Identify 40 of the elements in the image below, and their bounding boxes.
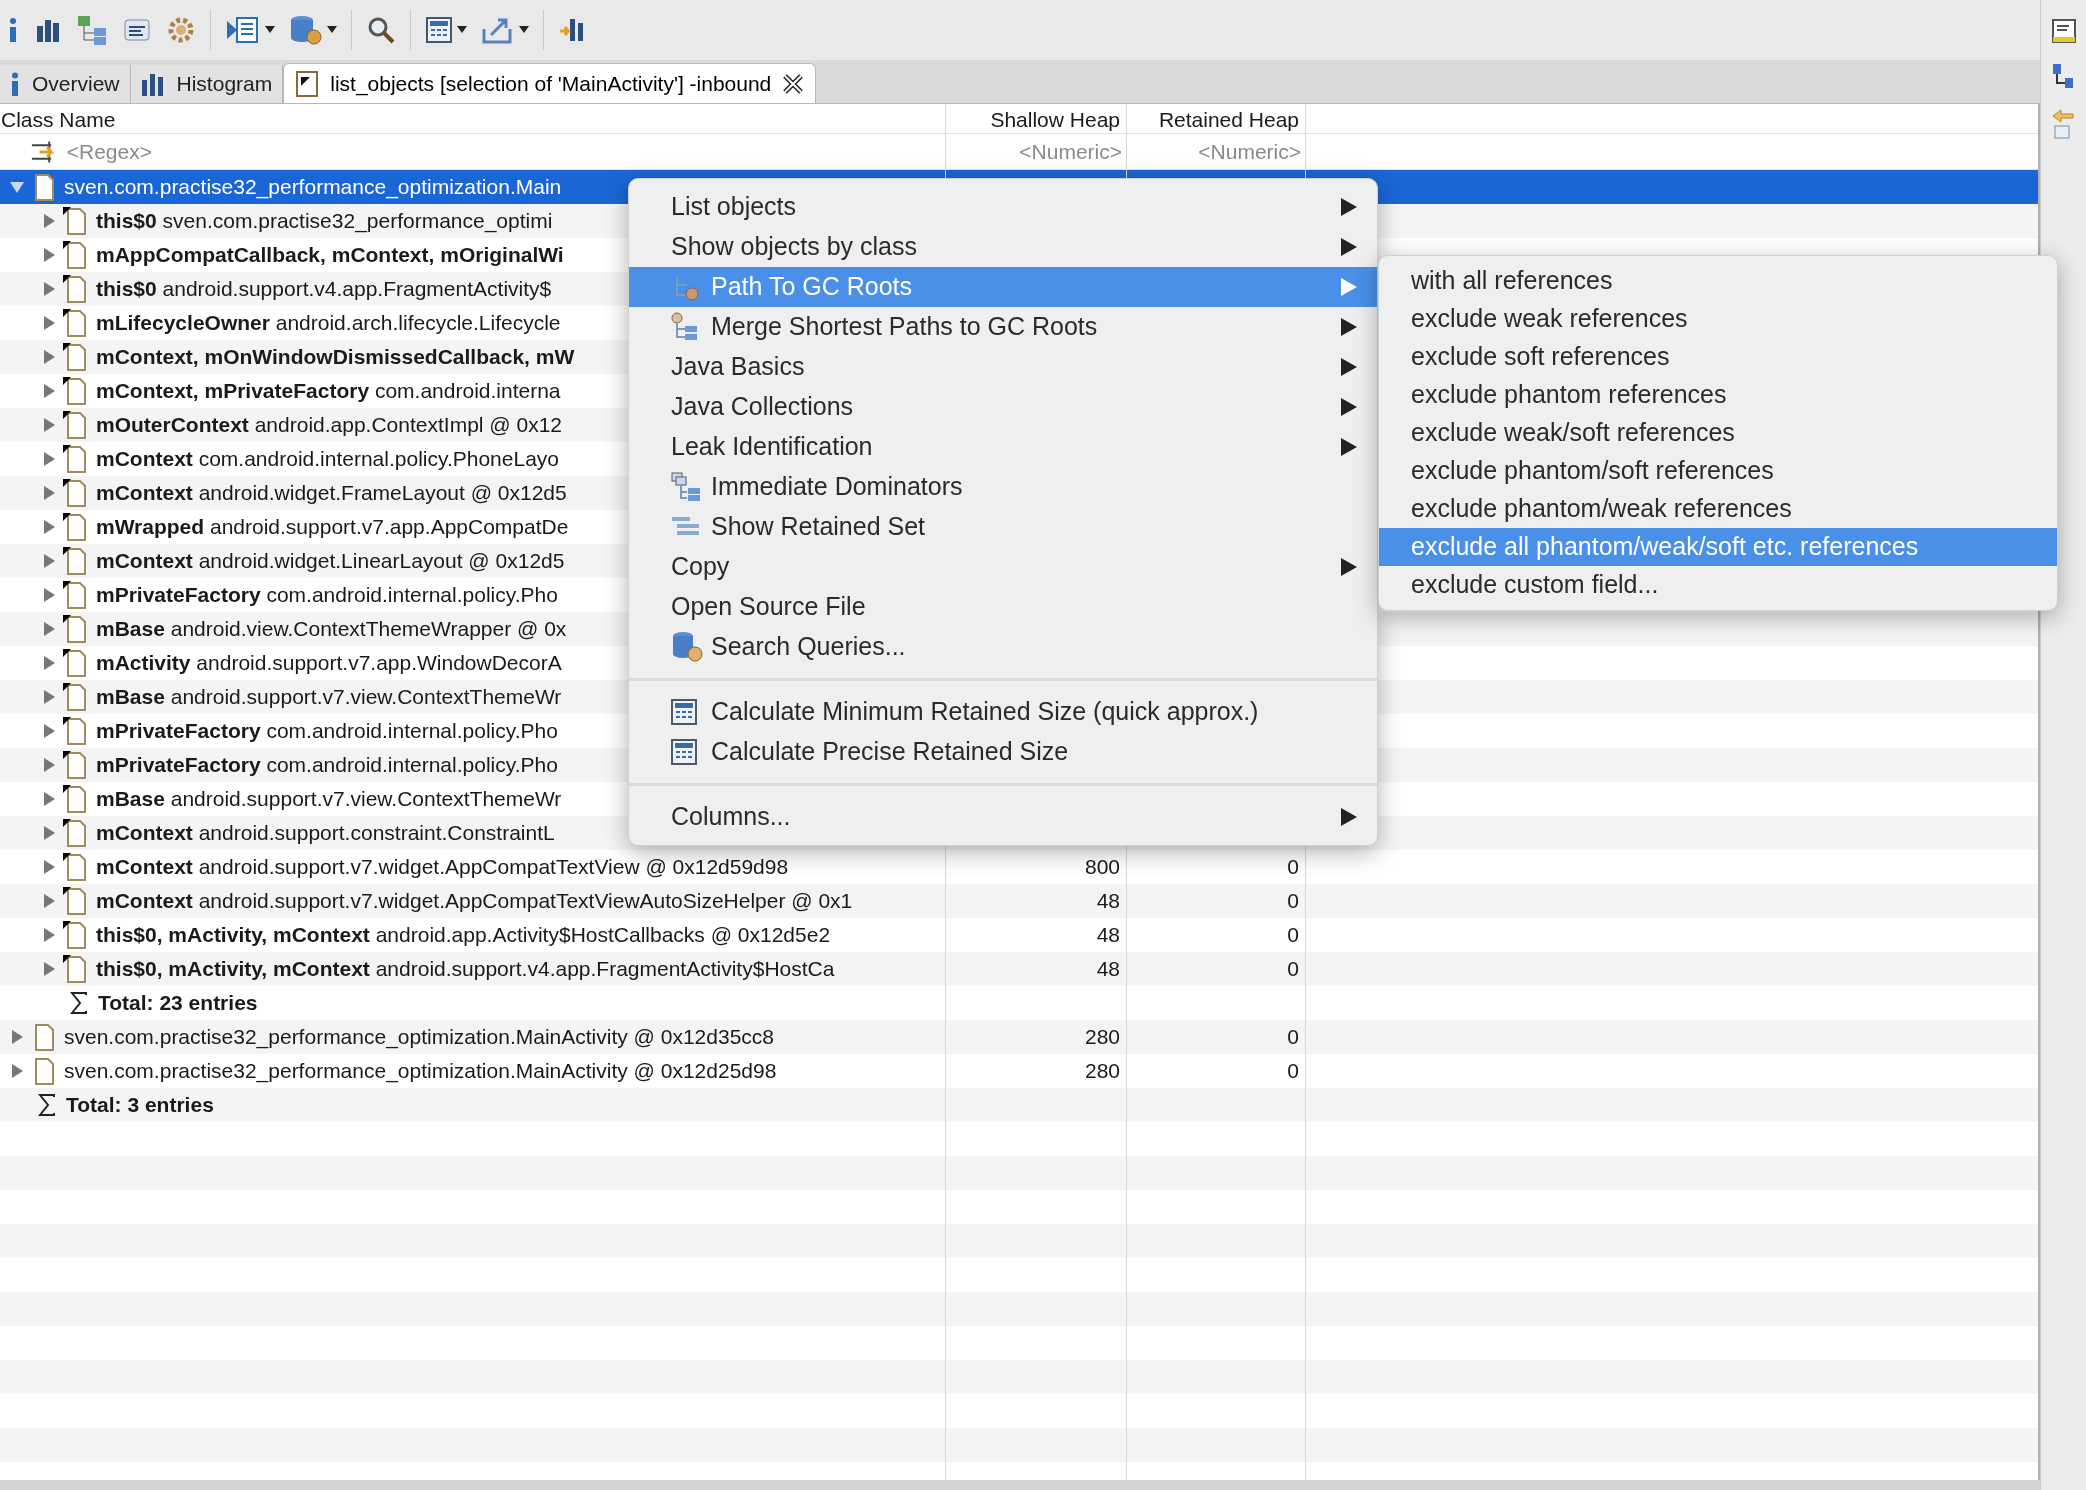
row-label: sven.com.practise32_performance_optimization.Main [64, 174, 562, 201]
table-cell-text: 0 [1287, 1024, 1299, 1051]
row-label: this$0 sven.com.practise32_performance_optimi [96, 208, 553, 235]
row-label: mContext, mOnWindowDismissedCallback, mW [96, 344, 575, 371]
table-cell-text: 48 [1096, 922, 1120, 949]
row-label: mBase android.support.v7.view.ContextThemeWr [96, 684, 562, 711]
row-label: mPrivateFactory com.android.internal.policy.Pho [96, 718, 558, 745]
row-label: this$0 android.support.v4.app.FragmentActivity$ [96, 276, 552, 303]
row-label: mContext android.support.constraint.ConstraintL [96, 820, 555, 847]
row-label: mContext, mPrivateFactory com.android.interna [96, 378, 561, 405]
row-label: mContext android.widget.LinearLayout @ 0x12d5 [96, 548, 565, 575]
row-label: mOuterContext android.app.ContextImpl @ 0x12 [96, 412, 563, 439]
row-label: mBase android.support.v7.view.ContextThemeWr [96, 786, 562, 813]
row-label: mPrivateFactory com.android.internal.policy.Pho [96, 582, 558, 609]
total-label: Total: 23 entries [98, 990, 258, 1017]
table-cell-text: 800 [1084, 854, 1120, 881]
row-label: this$0, mActivity, mContext android.support.v4.app.FragmentActivity$HostCa [96, 956, 835, 983]
table-cell-text: 0 [1287, 854, 1299, 881]
row-label: mActivity android.support.v7.app.WindowDecorA [96, 650, 562, 677]
total-label: Total: 3 entries [66, 1092, 214, 1119]
table-cell-text: 48 [1096, 956, 1120, 983]
row-label: mContext android.support.v7.widget.AppCompatTextView @ 0x12d59d98 [96, 854, 789, 881]
table-cell-text: 280 [1084, 1058, 1120, 1085]
row-label: mPrivateFactory com.android.internal.policy.Pho [96, 752, 558, 779]
table-cell-text: 0 [1287, 888, 1299, 915]
row-label: mContext android.support.v7.widget.AppCompatTextViewAutoSizeHelper @ 0x1 [96, 888, 853, 915]
table-cell-text: 48 [1096, 888, 1120, 915]
row-label: sven.com.practise32_performance_optimization.MainActivity @ 0x12d35cc8 [64, 1024, 774, 1051]
row-label: mLifecycleOwner android.arch.lifecycle.Lifecycle [96, 310, 561, 337]
row-label: mAppCompatCallback, mContext, mOriginalWi [96, 242, 564, 269]
row-label: sven.com.practise32_performance_optimization.MainActivity @ 0x12d25d98 [64, 1058, 777, 1085]
row-label: mContext android.widget.FrameLayout @ 0x12d5 [96, 480, 567, 507]
table-cell-text: 280 [1084, 1024, 1120, 1051]
row-label: mWrapped android.support.v7.app.AppCompatDe [96, 514, 569, 541]
row-label: mBase android.view.ContextThemeWrapper @ 0x [96, 616, 567, 643]
table-cell-text: 0 [1287, 956, 1299, 983]
table-cell-text: 0 [1287, 922, 1299, 949]
row-label: mContext com.android.internal.policy.PhoneLayo [96, 446, 559, 473]
row-label: this$0, mActivity, mContext android.app.Activity$HostCallbacks @ 0x12d5e2 [96, 922, 831, 949]
table-cell-text: 0 [1287, 1058, 1299, 1085]
